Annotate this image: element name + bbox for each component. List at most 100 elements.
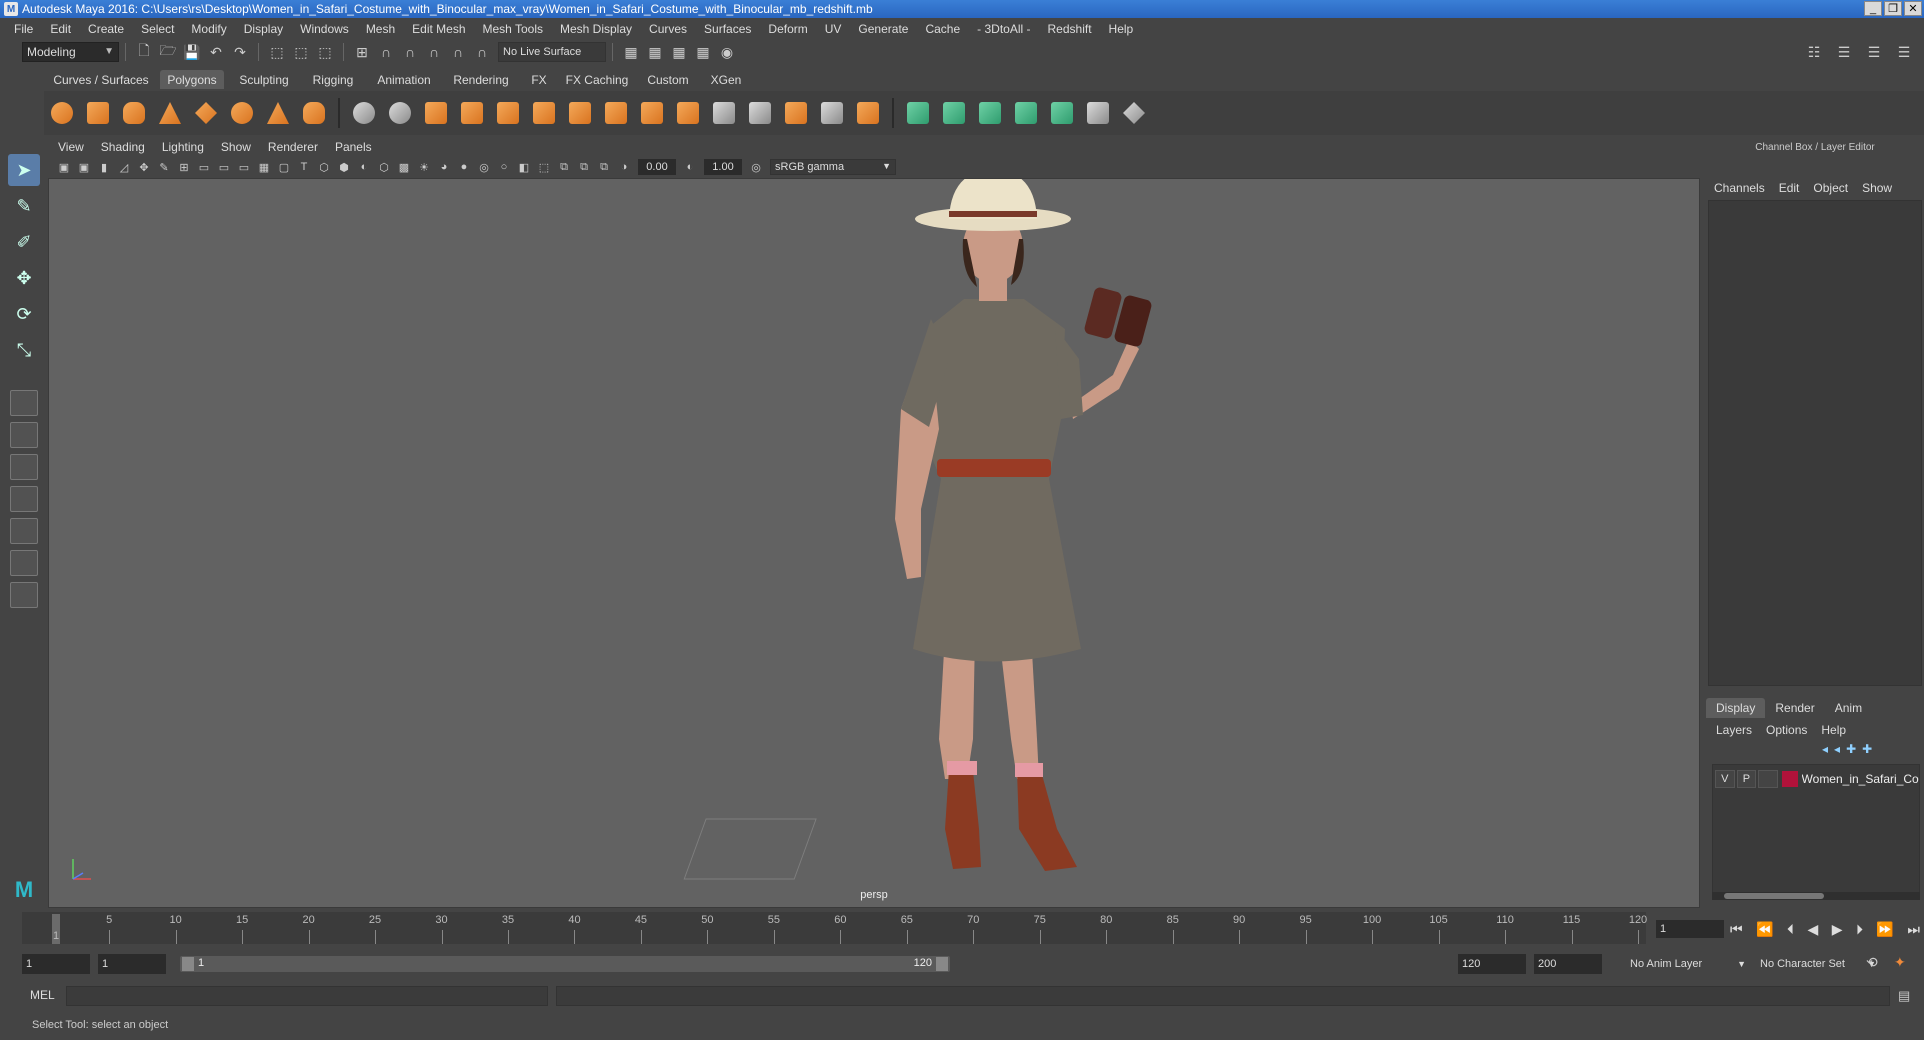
wireframe-on-shaded-icon[interactable]: ⬡ — [376, 159, 392, 175]
bookmark-icon[interactable]: ▮ — [96, 159, 112, 175]
rotate-tool-icon[interactable]: ⟳ — [8, 298, 40, 330]
modeling-toolkit-icon[interactable]: ☷ — [1804, 42, 1824, 62]
safe-title-icon[interactable]: T — [296, 159, 312, 175]
layer-display-type-toggle[interactable] — [1758, 770, 1778, 788]
command-input[interactable] — [66, 986, 548, 1006]
attribute-editor-icon[interactable]: ☰ — [1834, 42, 1854, 62]
uv-layout-icon[interactable] — [1119, 98, 1149, 128]
live-surface-field[interactable]: No Live Surface — [498, 42, 606, 62]
mirror-icon[interactable] — [853, 98, 883, 128]
hypershade-icon[interactable]: ◉ — [717, 42, 737, 62]
snap-point-icon[interactable]: ∩ — [400, 42, 420, 62]
uv-editor-icon[interactable] — [1083, 98, 1113, 128]
layer-menu-options[interactable]: Options — [1766, 723, 1807, 737]
panel-menu-renderer[interactable]: Renderer — [258, 140, 325, 154]
animation-preferences-icon[interactable]: ✦ — [1894, 954, 1906, 971]
shelf-tab-rendering[interactable]: Rendering — [446, 70, 516, 89]
perspective-viewport[interactable]: persp — [48, 178, 1700, 908]
step-forward-frame-icon[interactable]: ⏵ — [1856, 921, 1863, 938]
select-hierarchy-icon[interactable]: ⬚ — [267, 42, 287, 62]
wireframe-icon[interactable]: ⬡ — [316, 159, 332, 175]
shelf-tab-animation[interactable]: Animation — [370, 70, 438, 89]
scale-tool-icon[interactable]: ⤡ — [8, 334, 40, 366]
persp-graph-layout-icon[interactable] — [10, 486, 38, 512]
poly-pyramid-icon[interactable] — [263, 98, 293, 128]
shelf-tab-curves-surfaces[interactable]: Curves / Surfaces — [50, 70, 152, 89]
layer-tab-display[interactable]: Display — [1706, 698, 1766, 718]
move-layer-up-icon[interactable]: ◂ — [1822, 742, 1828, 756]
layer-list-scrollbar[interactable] — [1712, 892, 1920, 900]
close-button[interactable]: ✕ — [1904, 1, 1922, 16]
save-scene-icon[interactable]: 💾 — [182, 42, 202, 62]
boolean-icon[interactable] — [493, 98, 523, 128]
safe-action-icon[interactable]: ▢ — [276, 159, 292, 175]
shelf-tab-polygons[interactable]: Polygons — [160, 70, 224, 89]
poly-cube-icon[interactable] — [83, 98, 113, 128]
insert-edge-loop-icon[interactable] — [709, 98, 739, 128]
channel-box-menu-object[interactable]: Object — [1813, 181, 1848, 195]
minimize-button[interactable]: _ — [1864, 1, 1882, 16]
character-set-dropdown[interactable]: No Character Set ▼ — [1756, 954, 1878, 974]
scrollbar-thumb[interactable] — [1724, 893, 1824, 899]
channel-box-menu-channels[interactable]: Channels — [1714, 181, 1765, 195]
textured-icon[interactable]: ▩ — [396, 159, 412, 175]
xray-components-icon[interactable]: ⧉ — [596, 159, 612, 175]
snap-surface-icon[interactable]: ∩ — [448, 42, 468, 62]
snap-grid-icon[interactable]: ⊞ — [352, 42, 372, 62]
uv-unfold-icon[interactable] — [1047, 98, 1077, 128]
channel-box-menu-edit[interactable]: Edit — [1779, 181, 1800, 195]
use-default-material-icon[interactable]: ◐ — [356, 159, 372, 175]
snap-curve-icon[interactable]: ∩ — [376, 42, 396, 62]
exposure-icon[interactable]: ◑ — [616, 159, 632, 175]
menu-curves[interactable]: Curves — [641, 22, 696, 36]
menu-surfaces[interactable]: Surfaces — [696, 22, 760, 36]
menu-edit[interactable]: Edit — [42, 22, 80, 36]
poly-cone-icon[interactable] — [155, 98, 185, 128]
start-time-field[interactable]: 1 — [22, 954, 90, 974]
step-back-key-icon[interactable]: ⏪ — [1756, 921, 1773, 938]
panel-menu-lighting[interactable]: Lighting — [152, 140, 211, 154]
field-chart-icon[interactable]: ▦ — [256, 159, 272, 175]
layer-row[interactable]: V P Women_in_Safari_Costume — [1715, 769, 1919, 789]
restore-button[interactable]: ❐ — [1884, 1, 1902, 16]
new-scene-icon[interactable]: 🗋 — [134, 42, 154, 62]
smooth-icon[interactable] — [457, 98, 487, 128]
view-transform-dropdown[interactable]: sRGB gamma ▼ — [770, 159, 896, 175]
channel-box-body[interactable] — [1708, 200, 1922, 686]
paint-select-tool-icon[interactable]: ✐ — [8, 226, 40, 258]
shadows-icon[interactable]: ◕ — [436, 159, 452, 175]
move-layer-down-icon[interactable]: ◂ — [1834, 742, 1840, 756]
panel-menu-panels[interactable]: Panels — [325, 140, 379, 154]
time-slider[interactable]: 1 5 10 15 20 25 30 35 40 45 50 55 60 65 70 75 80 85 90 95 1… — [22, 912, 1647, 944]
menu-help[interactable]: Help — [1101, 22, 1143, 36]
shelf-tab-xgen[interactable]: XGen — [704, 70, 748, 89]
end-time-field[interactable]: 200 — [1534, 954, 1602, 974]
new-layer-icon[interactable]: ✚ — [1846, 742, 1856, 756]
menu-uv[interactable]: UV — [817, 22, 851, 36]
shelf-tab-custom[interactable]: Custom — [640, 70, 696, 89]
bevel-icon[interactable] — [601, 98, 631, 128]
select-object-icon[interactable]: ⬚ — [291, 42, 311, 62]
hypershade-layout-icon[interactable] — [10, 518, 38, 544]
poly-pipe-icon[interactable] — [299, 98, 329, 128]
layer-menu-help[interactable]: Help — [1821, 723, 1846, 737]
poly-torus-icon[interactable] — [227, 98, 257, 128]
extract-icon[interactable] — [421, 98, 451, 128]
motion-blur-icon[interactable]: ◎ — [476, 159, 492, 175]
xray-joints-icon[interactable]: ⧉ — [576, 159, 592, 175]
range-end-handle[interactable] — [936, 957, 948, 971]
step-forward-key-icon[interactable]: ⏩ — [1876, 921, 1893, 938]
anim-layer-dropdown[interactable]: No Anim Layer ▼ — [1626, 954, 1748, 974]
menu-mesh[interactable]: Mesh — [358, 22, 404, 36]
2d-pan-zoom-icon[interactable]: ✥ — [136, 159, 152, 175]
bridge-icon[interactable] — [565, 98, 595, 128]
channel-box-icon[interactable]: ☰ — [1894, 42, 1914, 62]
layer-tab-render[interactable]: Render — [1765, 698, 1824, 718]
range-start-handle[interactable] — [182, 957, 194, 971]
panel-menu-view[interactable]: View — [48, 140, 91, 154]
play-backwards-icon[interactable]: ◀ — [1807, 921, 1818, 938]
script-editor-icon[interactable]: ▤ — [1898, 988, 1910, 1004]
panel-menu-show[interactable]: Show — [211, 140, 258, 154]
single-perspective-layout-icon[interactable] — [10, 390, 38, 416]
render-frame-icon[interactable]: ▦ — [645, 42, 665, 62]
